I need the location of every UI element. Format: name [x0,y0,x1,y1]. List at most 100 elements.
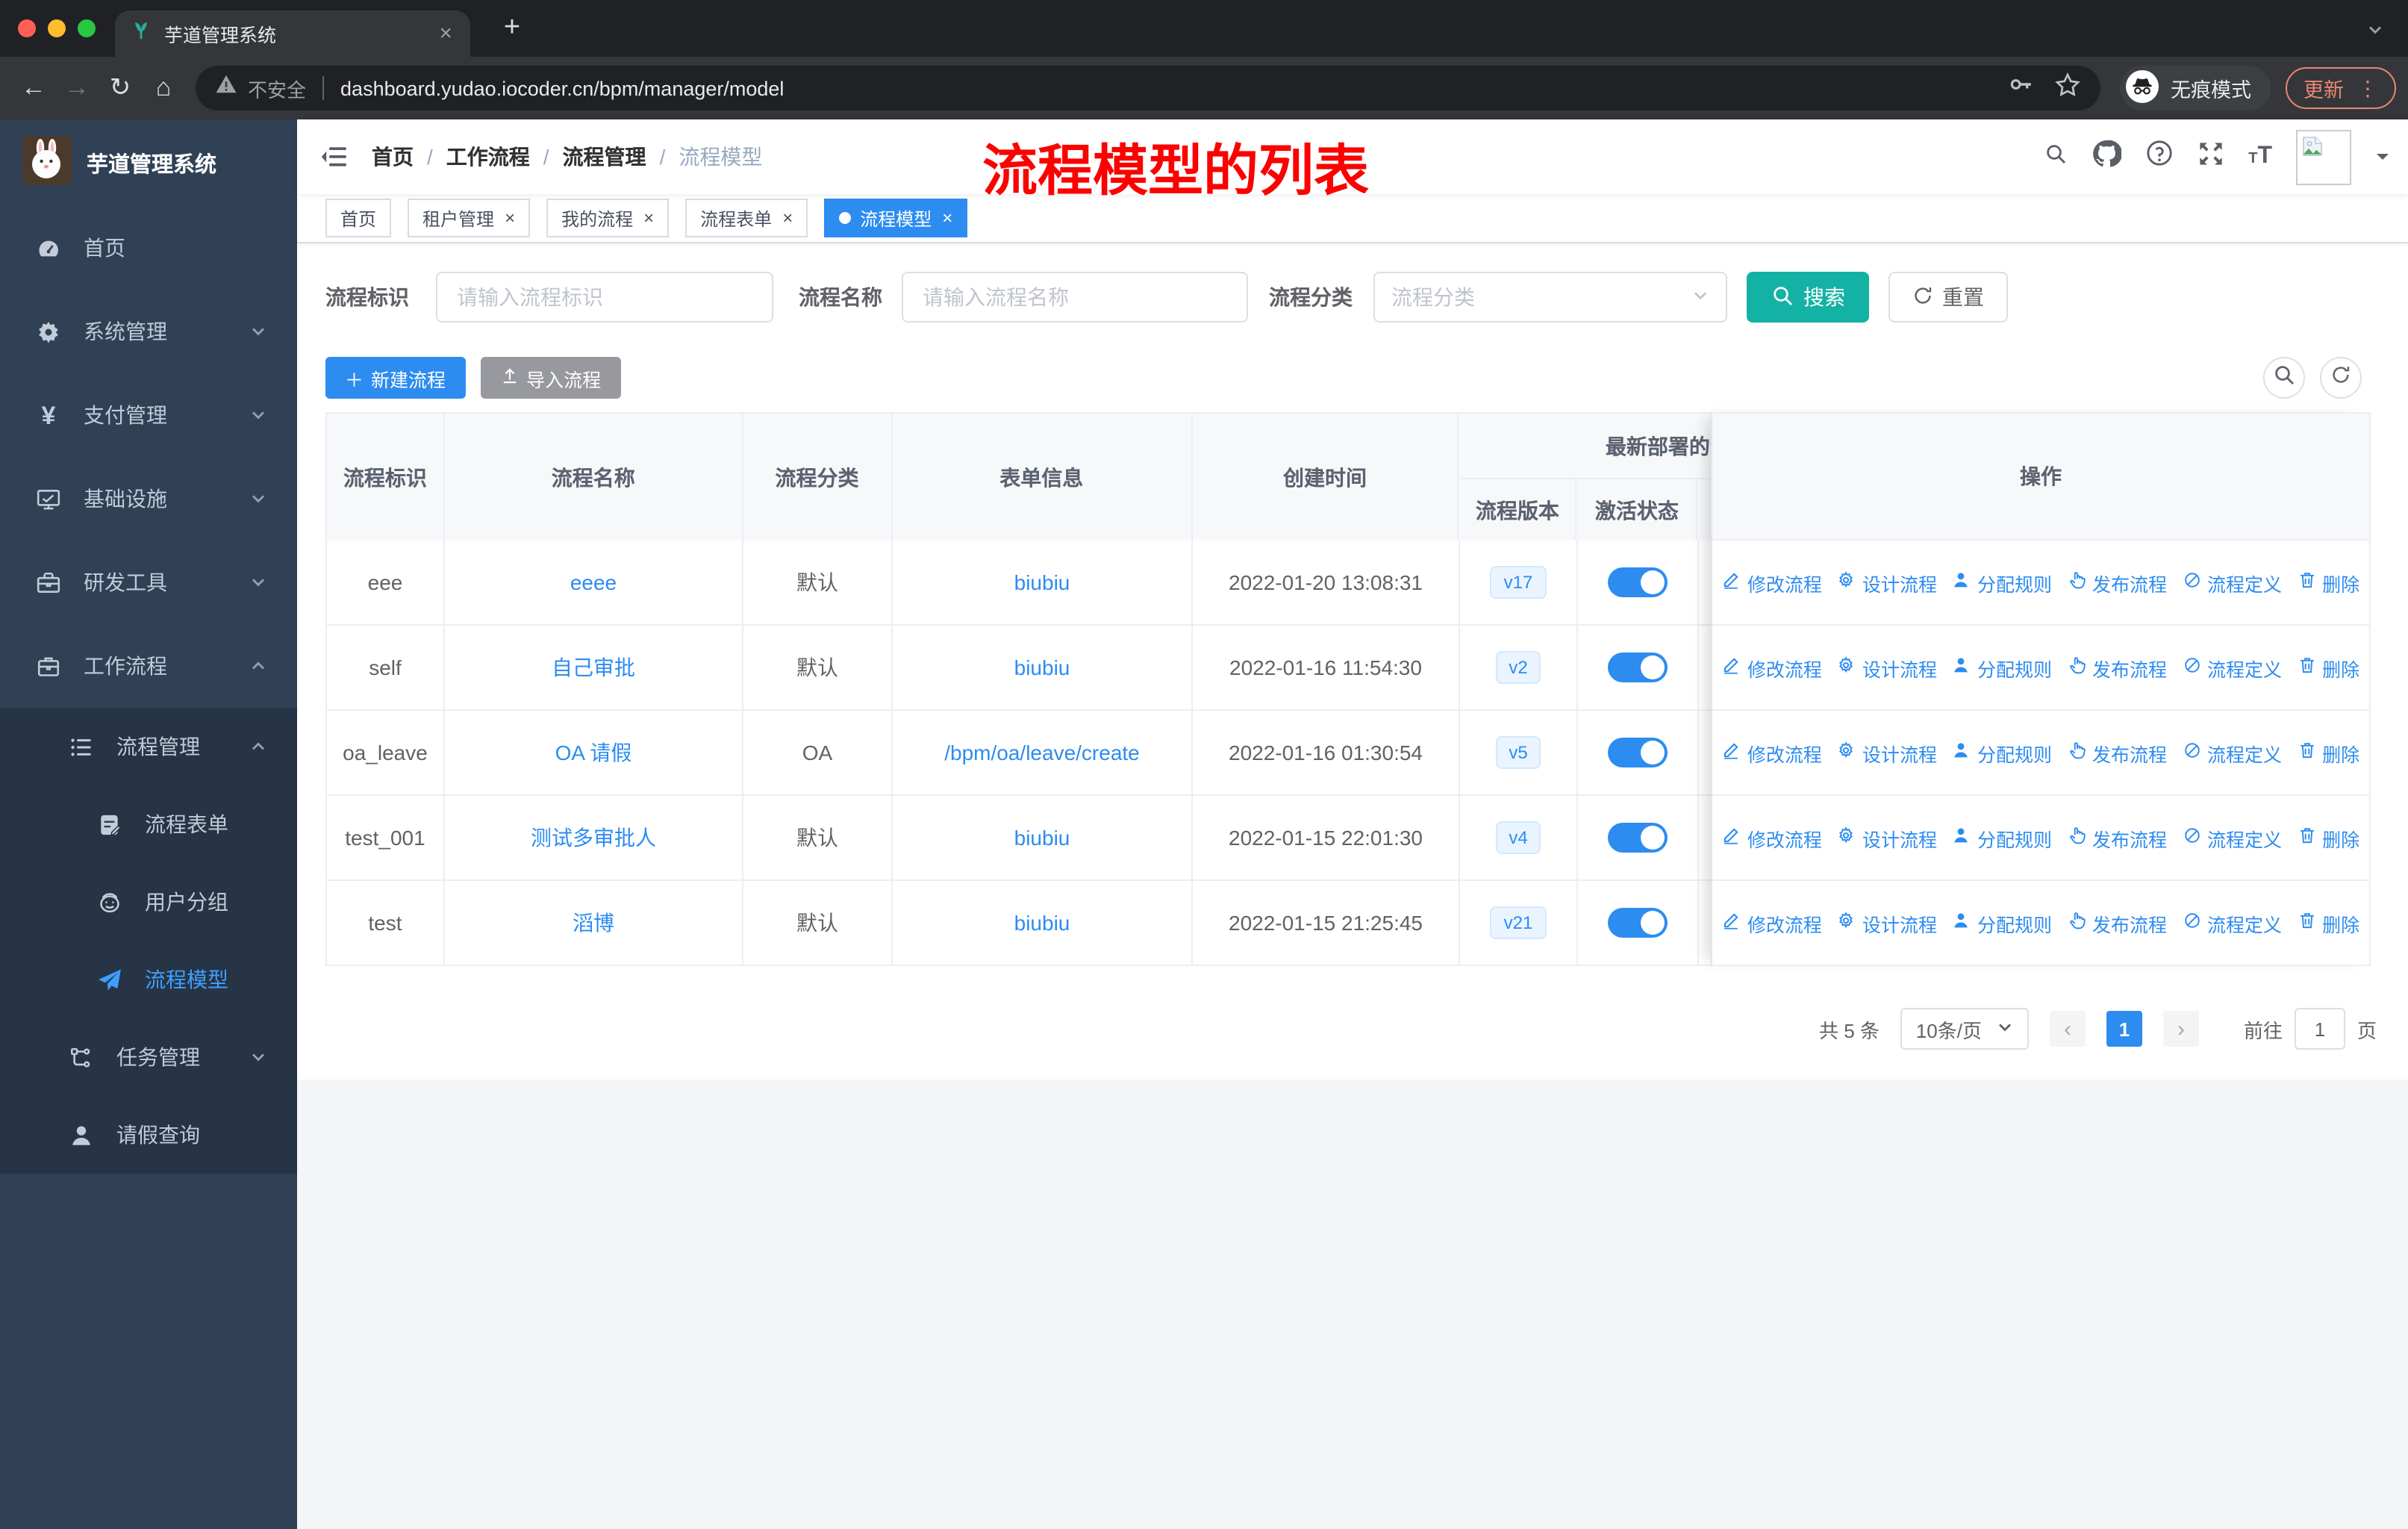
tag-tenant[interactable]: 租户管理 × [408,199,531,237]
filter-category-select[interactable]: 流程分类 [1373,272,1727,323]
new-tab-button[interactable]: + [493,9,531,48]
model-name-link[interactable]: OA 请假 [555,738,632,767]
modify-action[interactable]: 修改流程 [1722,909,1822,937]
assign-action[interactable]: 分配规则 [1952,568,2052,597]
close-tag-icon[interactable]: × [643,208,654,228]
design-action[interactable]: 设计流程 [1837,823,1937,852]
browser-update-button[interactable]: 更新 ⋮ [2286,67,2396,109]
publish-action[interactable]: 发布流程 [2067,738,2167,767]
show-search-button[interactable] [2263,357,2305,399]
sidebar-item-infra[interactable]: 基础设施 [0,457,297,541]
prev-page-button[interactable]: ‹ [2049,1011,2086,1047]
assign-action[interactable]: 分配规则 [1952,823,2052,852]
assign-action[interactable]: 分配规则 [1952,653,2052,682]
close-window-button[interactable] [18,19,36,37]
reload-icon[interactable]: ↻ [99,73,142,103]
sidebar-item-process-mgmt[interactable]: 流程管理 [0,708,297,785]
app-logo-row[interactable]: 芋道管理系统 [0,119,297,206]
create-process-button[interactable]: ＋ 新建流程 [325,357,466,399]
tag-process-model[interactable]: 流程模型 × [824,199,968,237]
delete-action[interactable]: 删除 [2297,738,2359,767]
form-info-link[interactable]: biubiu [1014,826,1070,850]
minimize-window-button[interactable] [48,19,66,37]
refresh-table-button[interactable] [2320,357,2362,399]
browser-tab[interactable]: 芋道管理系统 × [115,10,470,57]
browser-menu-icon[interactable]: ⋮ [2357,75,2378,101]
github-icon[interactable] [2092,138,2123,175]
sidebar-item-leave-query[interactable]: 请假查询 [0,1096,297,1174]
definition-action[interactable]: 流程定义 [2182,738,2282,767]
publish-action[interactable]: 发布流程 [2067,653,2167,682]
modify-action[interactable]: 修改流程 [1722,653,1822,682]
fullscreen-icon[interactable] [2198,140,2224,174]
model-name-link[interactable]: 滔博 [573,908,614,938]
forward-icon[interactable]: → [55,73,99,103]
sidebar-item-system[interactable]: 系统管理 [0,290,297,373]
delete-action[interactable]: 删除 [2297,568,2359,597]
import-process-button[interactable]: 导入流程 [480,357,621,399]
design-action[interactable]: 设计流程 [1837,568,1937,597]
caret-down-icon[interactable] [2375,149,2390,164]
filter-name-input[interactable] [902,272,1248,323]
tag-my-process[interactable]: 我的流程 × [546,199,670,237]
tag-process-form[interactable]: 流程表单 × [685,199,808,237]
modify-action[interactable]: 修改流程 [1722,738,1822,767]
delete-action[interactable]: 删除 [2297,823,2359,852]
definition-action[interactable]: 流程定义 [2182,909,2282,937]
active-toggle[interactable] [1608,823,1668,853]
home-icon[interactable]: ⌂ [142,73,185,103]
form-info-link[interactable]: biubiu [1014,570,1070,594]
close-tag-icon[interactable]: × [782,208,793,228]
next-page-button[interactable]: › [2162,1011,2199,1047]
sidebar-item-process-form[interactable]: 流程表单 [0,785,297,863]
design-action[interactable]: 设计流程 [1837,738,1937,767]
zoom-window-button[interactable] [78,19,96,37]
active-toggle[interactable] [1608,567,1668,597]
search-button[interactable]: 搜索 [1747,272,1869,323]
sidebar-item-home[interactable]: 首页 [0,206,297,290]
avatar[interactable] [2296,129,2351,184]
font-size-icon[interactable]: TT [2248,143,2272,170]
definition-action[interactable]: 流程定义 [2182,568,2282,597]
form-info-link[interactable]: biubiu [1014,911,1070,935]
sidebar-item-workflow[interactable]: 工作流程 [0,624,297,708]
form-info-link[interactable]: biubiu [1014,655,1070,679]
key-icon[interactable] [2008,72,2033,105]
back-icon[interactable]: ← [12,73,55,103]
modify-action[interactable]: 修改流程 [1722,823,1822,852]
active-toggle[interactable] [1608,908,1668,938]
sidebar-item-user-group[interactable]: 用户分组 [0,863,297,941]
assign-action[interactable]: 分配规则 [1952,738,2052,767]
close-tab-icon[interactable]: × [436,21,455,46]
reset-button[interactable]: 重置 [1888,272,2008,323]
assign-action[interactable]: 分配规则 [1952,909,2052,937]
active-toggle[interactable] [1608,653,1668,682]
tab-search-chevron-icon[interactable] [2366,19,2384,46]
publish-action[interactable]: 发布流程 [2067,568,2167,597]
model-name-link[interactable]: 自己审批 [552,653,635,682]
active-toggle[interactable] [1608,738,1668,767]
url-text[interactable]: dashboard.yudao.iocoder.cn/bpm/manager/m… [340,77,2008,99]
page-size-select[interactable]: 10条/页 [1900,1008,2029,1050]
close-tag-icon[interactable]: × [505,208,515,228]
breadcrumb-home[interactable]: 首页 [372,142,414,172]
modify-action[interactable]: 修改流程 [1722,568,1822,597]
form-info-link[interactable]: /bpm/oa/leave/create [944,741,1140,764]
publish-action[interactable]: 发布流程 [2067,823,2167,852]
sidebar-item-payment[interactable]: ¥ 支付管理 [0,373,297,457]
goto-page-input[interactable] [2294,1008,2345,1050]
definition-action[interactable]: 流程定义 [2182,823,2282,852]
filter-key-input[interactable] [436,272,773,323]
current-page[interactable]: 1 [2106,1011,2142,1047]
breadcrumb-process-mgmt[interactable]: 流程管理 [563,142,646,172]
design-action[interactable]: 设计流程 [1837,909,1937,937]
delete-action[interactable]: 删除 [2297,653,2359,682]
delete-action[interactable]: 删除 [2297,909,2359,937]
address-bar[interactable]: 不安全 dashboard.yudao.iocoder.cn/bpm/manag… [196,66,2100,110]
search-icon[interactable] [2044,141,2068,172]
publish-action[interactable]: 发布流程 [2067,909,2167,937]
breadcrumb-workflow[interactable]: 工作流程 [446,142,530,172]
bookmark-star-icon[interactable] [2054,71,2081,105]
sidebar-item-task-mgmt[interactable]: 任务管理 [0,1018,297,1096]
hamburger-icon[interactable] [297,142,372,172]
